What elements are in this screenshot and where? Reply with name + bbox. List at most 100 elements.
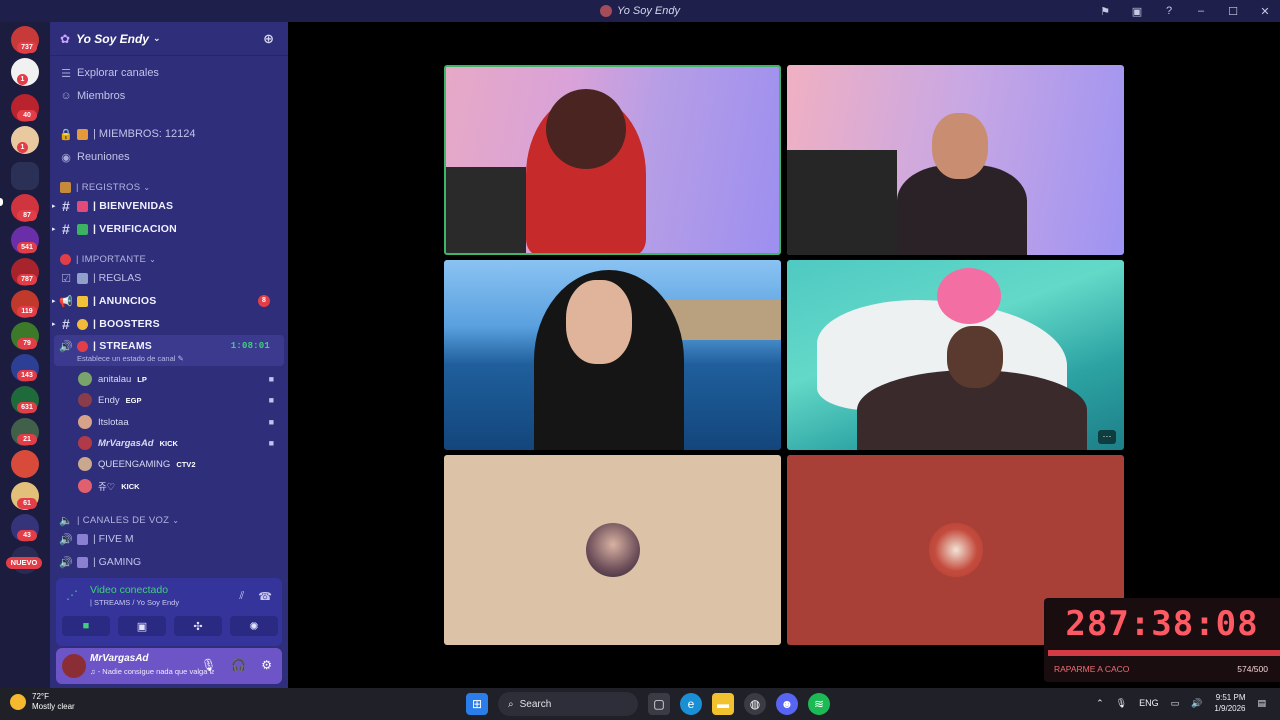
more-options-icon[interactable]: ··· <box>1098 430 1116 444</box>
meetings-channel[interactable]: ◉ Reuniones <box>58 147 282 167</box>
clock-date: 1/9/2026 <box>1214 704 1246 713</box>
channel-label: | GAMING <box>93 556 142 568</box>
channel-streams[interactable]: 🔊 | STREAMS 1:08:01 <box>58 336 282 356</box>
avatar[interactable] <box>62 654 86 678</box>
discord-icon[interactable]: ☻ <box>776 693 798 715</box>
megaphone-icon: 📢 <box>59 295 73 308</box>
screen-icon[interactable]: ▣ <box>1130 5 1144 18</box>
volume-icon[interactable]: 🔊 <box>1191 698 1202 709</box>
share-screen-button[interactable]: ▣ <box>118 616 166 636</box>
video-tile[interactable] <box>787 65 1124 255</box>
stream-timer: 1:08:01 <box>230 341 270 351</box>
members-link[interactable]: ☺ Miembros <box>58 86 282 106</box>
settings-gear-icon[interactable]: ⚙ <box>261 658 272 672</box>
speaker-icon: 🔊 <box>59 533 73 546</box>
weather-widget[interactable]: 72°F Mostly clear <box>10 692 75 712</box>
task-view-icon[interactable]: ▢ <box>648 693 670 715</box>
clock[interactable]: 9:51 PM 1/9/2026 <box>1214 692 1245 714</box>
server-badge: 541 <box>17 242 37 253</box>
participant-head <box>947 326 1003 388</box>
edge-icon[interactable]: e <box>680 693 702 715</box>
category-importante[interactable]: | IMPORTANTE ⌄ <box>58 249 282 269</box>
bell-icon <box>77 295 88 307</box>
search-box[interactable]: ⌕ Search <box>498 692 638 716</box>
network-icon[interactable]: ▭ <box>1171 698 1180 709</box>
obs-icon[interactable]: ◍ <box>744 693 766 715</box>
voice-member[interactable]: QUEENGAMING CTV2 <box>78 455 278 473</box>
timer-digits: 287:38:08 <box>1065 604 1259 644</box>
category-registros[interactable]: | REGISTROS ⌄ <box>58 177 282 197</box>
channel-status-prompt[interactable]: Establece un estado de canal ✎ <box>77 354 184 363</box>
microphone-icon[interactable]: 🎙 <box>1116 698 1127 709</box>
window-title: Yo Soy Endy <box>617 5 680 17</box>
server-badge: 119 <box>17 306 37 317</box>
chevron-down-icon: ⌄ <box>149 254 157 264</box>
language-indicator[interactable]: ENG <box>1139 698 1159 708</box>
member-name: Itslotaa <box>98 416 129 428</box>
headphones-icon[interactable]: 🎧 <box>231 658 246 672</box>
close-button[interactable]: ✕ <box>1258 5 1272 18</box>
channel-boosters[interactable]: ▸ # | BOOSTERS <box>52 314 282 334</box>
voice-status[interactable]: Video conectado <box>90 584 168 596</box>
member-name: anitalau <box>98 373 132 385</box>
browse-channels-label: Explorar canales <box>77 67 159 79</box>
inbox-icon[interactable]: ⚑ <box>1098 5 1112 18</box>
member-name: 쥬♡ <box>98 482 116 493</box>
chevron-up-icon[interactable]: ⌃ <box>1096 698 1104 709</box>
user-name[interactable]: MrVargasAd <box>90 653 149 664</box>
maximize-button[interactable]: ☐ <box>1226 5 1240 18</box>
avatar <box>586 523 640 577</box>
soundboard-button[interactable]: ✺ <box>230 616 278 636</box>
notification-icon[interactable]: ▤ <box>1257 698 1266 709</box>
channel-gaming[interactable]: 🔊 | GAMING <box>58 552 282 572</box>
soundboard-icon: ✺ <box>249 620 259 633</box>
video-tile[interactable]: ··· <box>787 260 1124 450</box>
voice-member[interactable]: MrVargasAd KICK ■ <box>78 434 278 452</box>
flower-icon: ✿ <box>60 31 71 46</box>
voice-channel-link[interactable]: | STREAMS / Yo Soy Endy <box>90 598 179 607</box>
microphone-icon[interactable]: 🎙 <box>201 658 216 672</box>
channel-bienvenidas[interactable]: ▸ # | BIENVENIDAS <box>52 196 282 216</box>
voice-member[interactable]: Itslotaa ■ <box>78 413 278 431</box>
avatar <box>78 479 92 493</box>
spotify-icon[interactable]: ≋ <box>808 693 830 715</box>
noise-suppression-icon[interactable]: ⫽ <box>239 590 244 603</box>
channel-label: | BOOSTERS <box>93 318 160 330</box>
activities-button[interactable]: ✣ <box>174 616 222 636</box>
channel-reglas[interactable]: ☑ | REGLAS <box>58 268 282 288</box>
start-icon[interactable]: ⊞ <box>466 693 488 715</box>
browse-channels[interactable]: ☰ Explorar canales <box>58 63 282 83</box>
server-badge: 61 <box>17 498 37 509</box>
video-tile[interactable] <box>444 260 781 450</box>
weather-moon-icon <box>10 694 26 710</box>
camera-button[interactable]: ■ <box>62 616 110 636</box>
server-badge: 631 <box>17 402 37 413</box>
server-badge: 1 <box>17 74 28 85</box>
members-icon: ☺ <box>60 90 72 102</box>
hash-icon: # <box>62 316 70 332</box>
server-icon[interactable] <box>11 450 39 478</box>
voice-member[interactable]: Endy EGP ■ <box>78 391 278 409</box>
check-icon <box>77 223 88 235</box>
video-tile-off[interactable] <box>444 455 781 645</box>
minimize-button[interactable]: – <box>1194 5 1208 17</box>
channel-anuncios[interactable]: ▸ 📢 | ANUNCIOS 8 <box>52 291 282 311</box>
unread-caret-icon: ▸ <box>52 298 56 305</box>
voice-member[interactable]: 쥬♡ KICK <box>78 477 278 495</box>
server-header[interactable]: ✿ Yo Soy Endy ⌄ ⊕ <box>50 22 288 56</box>
video-tile[interactable] <box>444 65 781 255</box>
disconnect-icon[interactable]: ☎ <box>258 590 272 603</box>
file-explorer-icon[interactable]: ▬ <box>712 693 734 715</box>
camera-icon: ■ <box>268 417 274 427</box>
channel-fivem[interactable]: 🔊 | FIVE M <box>58 529 282 549</box>
members-count-channel[interactable]: 🔒 | MIEMBROS: 12124 <box>58 124 282 144</box>
avatar <box>78 372 92 386</box>
help-icon[interactable]: ? <box>1162 5 1176 17</box>
category-voz[interactable]: 🔈 | CANALES DE VOZ ⌄ <box>58 510 282 530</box>
emoji-icon <box>77 200 88 212</box>
folder-icon[interactable] <box>11 162 39 190</box>
voice-member[interactable]: anitalau LP ■ <box>78 370 278 388</box>
invite-icon[interactable]: ⊕ <box>263 31 274 47</box>
chair-shape <box>787 150 897 255</box>
channel-verificacion[interactable]: ▸ # | VERIFICACION <box>52 219 282 239</box>
